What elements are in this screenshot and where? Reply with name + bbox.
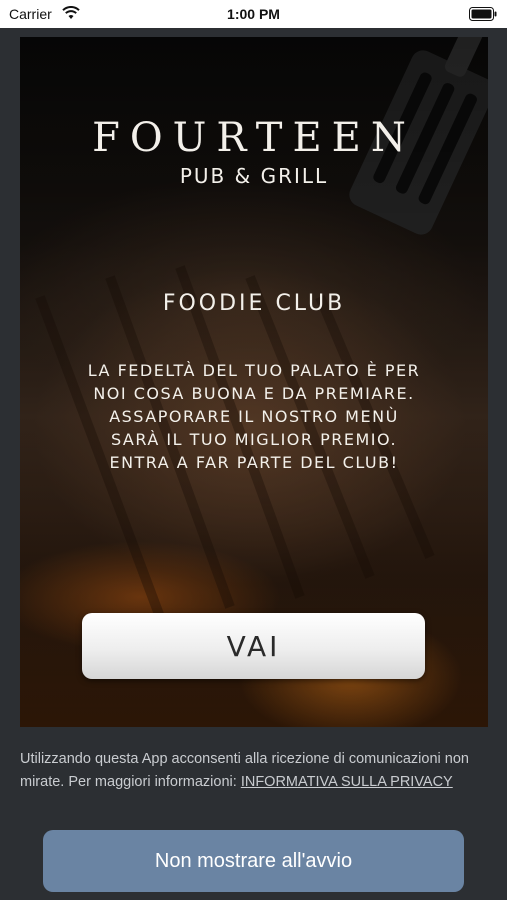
dont-show-at-startup-button[interactable]: Non mostrare all'avvio — [43, 830, 464, 892]
privacy-link[interactable]: INFORMATIVA SULLA PRIVACY — [241, 774, 453, 790]
club-text-line: NOI COSA BUONA E DA PREMIARE. — [93, 384, 415, 403]
club-text-line: SARÀ IL TUO MIGLIOR PREMIO. — [110, 430, 398, 449]
club-text-line: ASSAPORARE IL NOSTRO MENÙ — [109, 407, 399, 426]
brand-subtitle: PUB & GRILL — [179, 164, 329, 188]
status-bar: Carrier 1:00 PM — [0, 0, 507, 28]
club-title: FOODIE CLUB — [162, 291, 346, 316]
brand-name: FOURTEEN — [92, 115, 416, 161]
club-text-line: ENTRA A FAR PARTE DEL CLUB! — [109, 453, 399, 472]
vai-button[interactable]: VAI — [82, 613, 425, 679]
hero-card: FOURTEEN PUB & GRILL FOODIE CLUB LA FEDE… — [20, 37, 488, 727]
battery-icon — [469, 7, 497, 21]
club-description: LA FEDELTÀ DEL TUO PALATO È PER NOI COSA… — [60, 359, 448, 474]
privacy-notice: Utilizzando questa App acconsenti alla r… — [20, 748, 490, 794]
club-text-line: LA FEDELTÀ DEL TUO PALATO È PER — [87, 361, 421, 380]
status-time: 1:00 PM — [227, 6, 280, 22]
